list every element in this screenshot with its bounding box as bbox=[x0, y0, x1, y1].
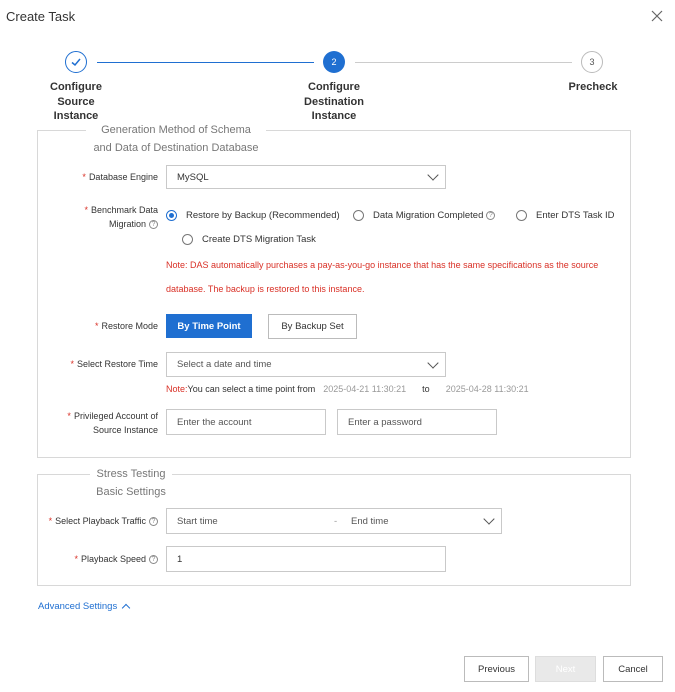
dialog-title: Create Task bbox=[6, 9, 76, 24]
chevron-down-icon bbox=[427, 169, 439, 181]
chevron-up-icon bbox=[121, 603, 131, 613]
restore-time-label: * Select Restore Time bbox=[70, 359, 158, 369]
time-range-from: 2025-04-21 11:30:21 bbox=[323, 384, 407, 394]
playback-traffic-range-picker[interactable]: Start time - End time bbox=[166, 508, 502, 534]
privileged-account-label: * Privileged Account of Source Instance bbox=[67, 411, 158, 435]
step-1-check-icon bbox=[65, 51, 87, 73]
benchmark-label: * Benchmark Data Migration? bbox=[84, 205, 158, 229]
step-3-indicator: 3 bbox=[581, 51, 603, 73]
radio-label: Data Migration Completed bbox=[373, 210, 484, 221]
help-icon[interactable]: ? bbox=[149, 219, 158, 229]
advanced-settings-label: Advanced Settings bbox=[38, 601, 118, 612]
database-engine-select[interactable]: MySQL bbox=[166, 165, 446, 189]
note-purchase-line1: Note: DAS automatically purchases a pay-… bbox=[166, 260, 599, 270]
previous-button[interactable]: Previous bbox=[464, 656, 529, 682]
time-range-to-word: to bbox=[422, 384, 430, 394]
radio-icon bbox=[182, 234, 193, 245]
radio-restore-by-backup[interactable]: Restore by Backup (Recommended) bbox=[166, 210, 340, 221]
time-range-to: 2025-04-28 11:30:21 bbox=[445, 384, 529, 394]
step-1-label: Configure Source Instance bbox=[50, 81, 102, 122]
next-button[interactable]: Next bbox=[535, 656, 596, 682]
radio-icon bbox=[516, 210, 527, 221]
radio-label: Restore by Backup (Recommended) bbox=[186, 210, 340, 221]
step-connector-2 bbox=[355, 62, 572, 63]
required-marker: * bbox=[70, 359, 74, 369]
note-purchase-line2: database. The backup is restored to this… bbox=[166, 284, 365, 294]
radio-data-migration-completed[interactable]: Data Migration Completed? bbox=[353, 210, 496, 221]
restore-time-picker[interactable]: Select a date and time bbox=[166, 352, 446, 377]
required-marker: * bbox=[94, 321, 99, 331]
restore-mode-label: * Restore Mode bbox=[94, 321, 158, 331]
schema-generation-legend: Generation Method of Schema and Data of … bbox=[86, 121, 266, 157]
help-icon[interactable]: ? bbox=[149, 555, 158, 565]
required-marker: * bbox=[48, 516, 53, 526]
restore-time-note: Note: You can select a time point from 2… bbox=[166, 384, 529, 394]
range-separator: - bbox=[334, 515, 338, 527]
note-prefix: Note: bbox=[166, 384, 188, 394]
chevron-down-icon bbox=[483, 513, 495, 525]
step-2-label: Configure Destination Instance bbox=[304, 81, 364, 122]
start-time-placeholder: Start time bbox=[177, 515, 218, 527]
restore-time-placeholder: Select a date and time bbox=[177, 359, 272, 370]
radio-enter-dts-task-id[interactable]: Enter DTS Task ID bbox=[516, 210, 615, 221]
playback-speed-label: * Playback Speed? bbox=[60, 553, 158, 567]
close-icon[interactable] bbox=[650, 9, 664, 23]
playback-speed-value: 1 bbox=[177, 553, 183, 565]
required-marker: * bbox=[84, 205, 88, 215]
by-backup-set-button[interactable]: By Backup Set bbox=[268, 314, 357, 339]
radio-selected-icon bbox=[166, 210, 177, 221]
playback-traffic-label: * Select Playback Traffic? bbox=[36, 515, 158, 529]
required-marker: * bbox=[67, 411, 71, 421]
help-icon[interactable]: ? bbox=[149, 517, 158, 527]
advanced-settings-toggle[interactable]: Advanced Settings bbox=[38, 601, 131, 613]
stress-testing-legend: Stress Testing Basic Settings bbox=[90, 465, 172, 501]
radio-label: Enter DTS Task ID bbox=[536, 210, 615, 221]
step-3-label: Precheck bbox=[568, 81, 618, 93]
required-marker: * bbox=[74, 554, 78, 564]
by-time-point-button[interactable]: By Time Point bbox=[166, 314, 252, 338]
step-connector-1 bbox=[97, 62, 314, 63]
database-engine-label: * Database Engine bbox=[82, 172, 158, 182]
required-marker: * bbox=[82, 172, 86, 182]
radio-icon bbox=[353, 210, 364, 221]
password-placeholder: Enter a password bbox=[348, 416, 422, 428]
chevron-down-icon bbox=[427, 356, 439, 369]
playback-speed-input[interactable]: 1 bbox=[166, 546, 446, 572]
account-input[interactable]: Enter the account bbox=[166, 409, 326, 435]
database-engine-value: MySQL bbox=[177, 171, 209, 183]
note-text: You can select a time point from bbox=[187, 384, 316, 394]
help-icon[interactable]: ? bbox=[486, 211, 496, 220]
end-time-placeholder: End time bbox=[351, 515, 389, 527]
step-2-indicator: 2 bbox=[323, 51, 345, 73]
radio-create-dts-migration-task[interactable]: Create DTS Migration Task bbox=[182, 234, 316, 245]
account-placeholder: Enter the account bbox=[177, 416, 252, 428]
password-input[interactable]: Enter a password bbox=[337, 409, 497, 435]
cancel-button[interactable]: Cancel bbox=[603, 656, 663, 682]
radio-label: Create DTS Migration Task bbox=[202, 234, 316, 245]
